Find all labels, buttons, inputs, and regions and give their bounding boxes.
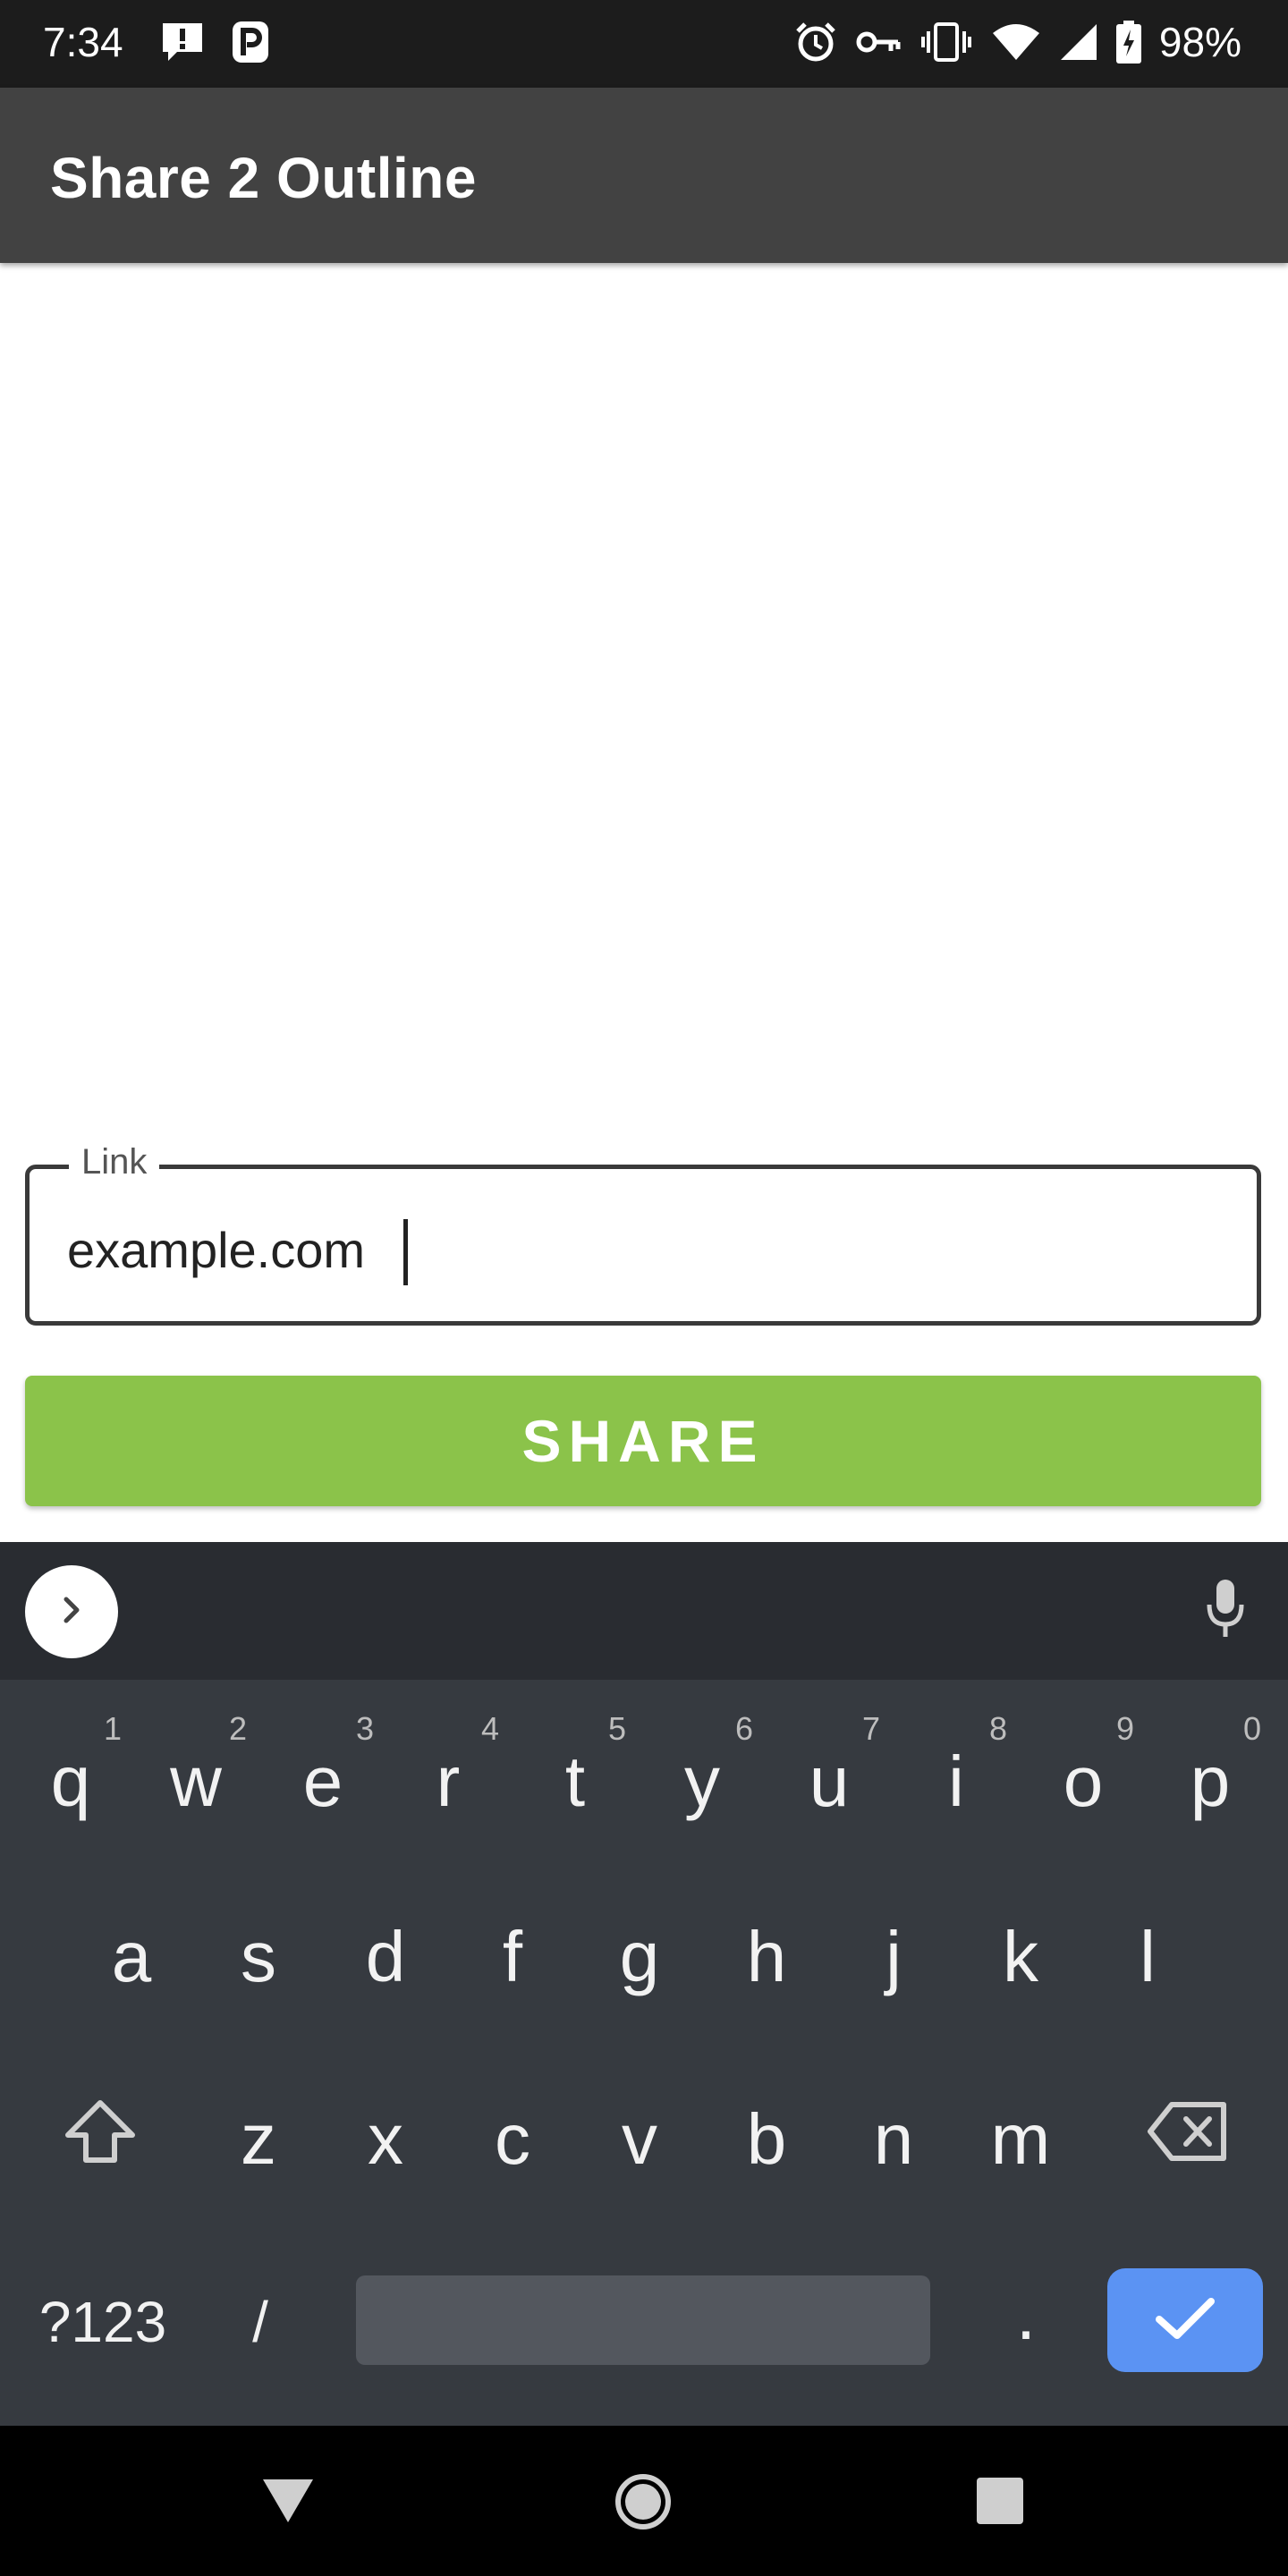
key-g[interactable]: g: [580, 1885, 699, 2029]
keyboard-expand-button[interactable]: [25, 1565, 118, 1658]
key-r[interactable]: r4: [388, 1710, 508, 1853]
shift-icon: [63, 2097, 138, 2182]
key-m[interactable]: m: [961, 2068, 1080, 2211]
microphone-icon[interactable]: [1206, 1578, 1245, 1645]
key-i[interactable]: i8: [896, 1710, 1016, 1853]
backspace-key[interactable]: [1114, 2068, 1261, 2211]
nav-home-icon[interactable]: [614, 2472, 673, 2536]
key-b[interactable]: b: [707, 2068, 826, 2211]
key-t[interactable]: t5: [515, 1710, 635, 1853]
status-time: 7:34: [43, 19, 123, 65]
keyboard-suggestion-bar: [0, 1542, 1288, 1680]
cell-signal-icon: [1059, 22, 1098, 62]
key-h[interactable]: h: [707, 1885, 826, 2029]
key-x[interactable]: x: [326, 2068, 445, 2211]
share-button[interactable]: SHARE: [25, 1376, 1261, 1506]
link-input[interactable]: [67, 1216, 1140, 1284]
key-l[interactable]: l: [1088, 1885, 1208, 2029]
shift-key[interactable]: [27, 2068, 174, 2211]
nav-recent-apps-icon[interactable]: [975, 2476, 1025, 2530]
key-n[interactable]: n: [834, 2068, 953, 2211]
page-title: Share 2 Outline: [50, 146, 477, 210]
backspace-icon: [1145, 2098, 1231, 2181]
symbols-key[interactable]: ?123: [18, 2250, 188, 2394]
battery-charging-icon: [1115, 21, 1141, 64]
key-c[interactable]: c: [453, 2068, 572, 2211]
alarm-icon: [794, 21, 837, 64]
chevron-right-icon: [54, 1592, 89, 1632]
enter-key[interactable]: [1107, 2268, 1263, 2372]
wifi-icon: [991, 22, 1041, 62]
key-k[interactable]: k: [961, 1885, 1080, 2029]
key-f[interactable]: f: [453, 1885, 572, 2029]
key-v[interactable]: v: [580, 2068, 699, 2211]
period-key[interactable]: .: [968, 2243, 1084, 2386]
parking-icon: [231, 20, 270, 69]
link-label: Link: [69, 1142, 160, 1182]
navigation-bar: [0, 2426, 1288, 2576]
key-e[interactable]: e3: [263, 1710, 383, 1853]
status-bar: 7:34 98%: [0, 0, 1288, 88]
key-o[interactable]: o9: [1023, 1710, 1143, 1853]
slash-key[interactable]: /: [202, 2250, 318, 2394]
app-bar: Share 2 Outline: [0, 88, 1288, 263]
link-field[interactable]: Link: [25, 1142, 1261, 1326]
checkmark-icon: [1154, 2294, 1216, 2347]
nav-back-icon[interactable]: [259, 2476, 317, 2530]
text-cursor: [403, 1219, 408, 1285]
battery-percent: 98%: [1158, 19, 1241, 65]
key-s[interactable]: s: [199, 1885, 318, 2029]
key-z[interactable]: z: [199, 2068, 318, 2211]
key-a[interactable]: a: [72, 1885, 191, 2029]
key-y[interactable]: y6: [642, 1710, 762, 1853]
key-p[interactable]: p0: [1150, 1710, 1270, 1853]
key-d[interactable]: d: [326, 1885, 445, 2029]
space-key[interactable]: [356, 2275, 930, 2365]
key-q[interactable]: q1: [11, 1710, 131, 1853]
key-j[interactable]: j: [834, 1885, 953, 2029]
key-u[interactable]: u7: [769, 1710, 889, 1853]
vibrate-icon: [919, 21, 973, 64]
alert-notification-icon: [159, 20, 206, 69]
key-w[interactable]: w2: [136, 1710, 256, 1853]
vpn-key-icon: [855, 24, 902, 60]
